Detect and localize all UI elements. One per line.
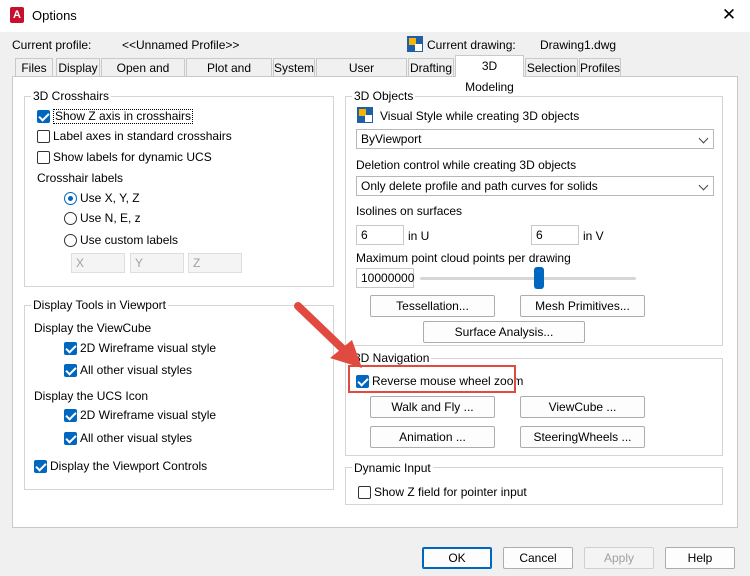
viewcube-all-styles-label: All other visual styles (80, 363, 193, 377)
current-profile-label: Current profile: (12, 38, 92, 52)
tab-drafting[interactable]: Drafting (408, 58, 454, 76)
tab-display[interactable]: Display (56, 58, 100, 76)
use-custom-labels-label: Use custom labels (80, 233, 179, 247)
display-ucs-icon-heading: Display the UCS Icon (34, 389, 149, 403)
viewport-controls-label: Display the Viewport Controls (50, 459, 208, 473)
show-z-axis-checkbox[interactable] (37, 110, 50, 123)
autocad-app-icon: A (10, 7, 24, 23)
viewcube-2d-wireframe-checkbox[interactable] (64, 342, 77, 355)
display-viewcube-heading: Display the ViewCube (34, 321, 152, 335)
show-labels-dynamic-ucs-checkbox[interactable] (37, 151, 50, 164)
cancel-button[interactable]: Cancel (503, 547, 573, 569)
label-axes-checkbox[interactable] (37, 130, 50, 143)
custom-z-label-field[interactable]: Z (188, 253, 242, 273)
visual-style-value: ByViewport (361, 132, 422, 146)
viewcube-all-styles-checkbox[interactable] (64, 364, 77, 377)
ok-button[interactable]: OK (422, 547, 492, 569)
title-bar (0, 0, 750, 32)
tessellation-button[interactable]: Tessellation... (370, 295, 495, 317)
point-cloud-slider-track[interactable] (420, 277, 636, 280)
dynamic-input-group-title: Dynamic Input (352, 461, 433, 475)
current-drawing-label: Current drawing: (427, 38, 516, 52)
use-custom-labels-radio[interactable] (64, 234, 77, 247)
close-icon[interactable]: ✕ (716, 3, 742, 27)
visual-style-dropdown[interactable]: ByViewport (356, 129, 714, 149)
deletion-control-value: Only delete profile and path curves for … (361, 179, 598, 193)
deletion-control-dropdown[interactable]: Only delete profile and path curves for … (356, 176, 714, 196)
ucs-all-styles-label: All other visual styles (80, 431, 193, 445)
walk-and-fly-button[interactable]: Walk and Fly ... (370, 396, 495, 418)
visual-style-icon (357, 107, 373, 123)
visual-style-label: Visual Style while creating 3D objects (380, 109, 580, 123)
current-profile-value: <<Unnamed Profile>> (122, 38, 240, 52)
ucs-2d-wireframe-checkbox[interactable] (64, 409, 77, 422)
chevron-down-icon (698, 180, 709, 191)
show-z-field-checkbox[interactable] (358, 486, 371, 499)
use-nez-radio[interactable] (64, 212, 77, 225)
current-drawing-value: Drawing1.dwg (540, 38, 617, 52)
max-point-cloud-label: Maximum point cloud points per drawing (356, 251, 571, 265)
isolines-label: Isolines on surfaces (356, 204, 463, 218)
animation-button[interactable]: Animation ... (370, 426, 495, 448)
mesh-primitives-button[interactable]: Mesh Primitives... (520, 295, 645, 317)
viewport-controls-checkbox[interactable] (34, 460, 47, 473)
surface-analysis-button[interactable]: Surface Analysis... (423, 321, 585, 343)
deletion-control-label: Deletion control while creating 3D objec… (356, 158, 577, 172)
show-z-field-label: Show Z field for pointer input (374, 485, 527, 499)
display-tools-group-title: Display Tools in Viewport (31, 298, 168, 312)
annotation-arrow-icon (294, 302, 362, 368)
window-title: Options (32, 8, 77, 23)
tab-open-and-save[interactable]: Open and Save (101, 58, 185, 93)
use-nez-label: Use N, E, z (80, 211, 141, 225)
steeringwheels-button[interactable]: SteeringWheels ... (520, 426, 645, 448)
show-z-axis-label: Show Z axis in crosshairs (53, 109, 194, 124)
in-u-label: in U (408, 229, 430, 243)
tab-selection[interactable]: Selection (525, 58, 578, 76)
tab-user-preferences[interactable]: User Preferences (316, 58, 407, 93)
tab-plot-and-publish[interactable]: Plot and Publish (186, 58, 272, 93)
drawing-file-icon (407, 36, 423, 52)
point-cloud-slider-thumb[interactable] (533, 267, 544, 289)
viewcube-button[interactable]: ViewCube ... (520, 396, 645, 418)
3d-objects-group-title: 3D Objects (352, 89, 416, 103)
label-axes-label: Label axes in standard crosshairs (53, 129, 232, 143)
ucs-2d-wireframe-label: 2D Wireframe visual style (80, 408, 217, 422)
crosshairs-group-title: 3D Crosshairs (31, 89, 112, 103)
isolines-u-input[interactable]: 6 (356, 225, 404, 245)
use-xyz-radio[interactable] (64, 192, 77, 205)
tab-3d-modeling[interactable]: 3D Modeling (455, 55, 524, 94)
tab-system[interactable]: System (273, 58, 315, 76)
isolines-v-input[interactable]: 6 (531, 225, 579, 245)
in-v-label: in V (583, 229, 604, 243)
ucs-all-styles-checkbox[interactable] (64, 432, 77, 445)
tab-profiles[interactable]: Profiles (579, 58, 621, 76)
apply-button[interactable]: Apply (584, 547, 654, 569)
chevron-down-icon (698, 133, 709, 144)
max-point-cloud-input[interactable]: 10000000 (356, 268, 414, 288)
custom-y-label-field[interactable]: Y (130, 253, 184, 273)
help-button[interactable]: Help (665, 547, 735, 569)
viewcube-2d-wireframe-label: 2D Wireframe visual style (80, 341, 217, 355)
show-labels-dynamic-ucs-label: Show labels for dynamic UCS (53, 150, 212, 164)
crosshair-labels-heading: Crosshair labels (37, 171, 124, 185)
tab-files[interactable]: Files (15, 58, 53, 76)
use-xyz-label: Use X, Y, Z (80, 191, 140, 205)
custom-x-label-field[interactable]: X (71, 253, 125, 273)
